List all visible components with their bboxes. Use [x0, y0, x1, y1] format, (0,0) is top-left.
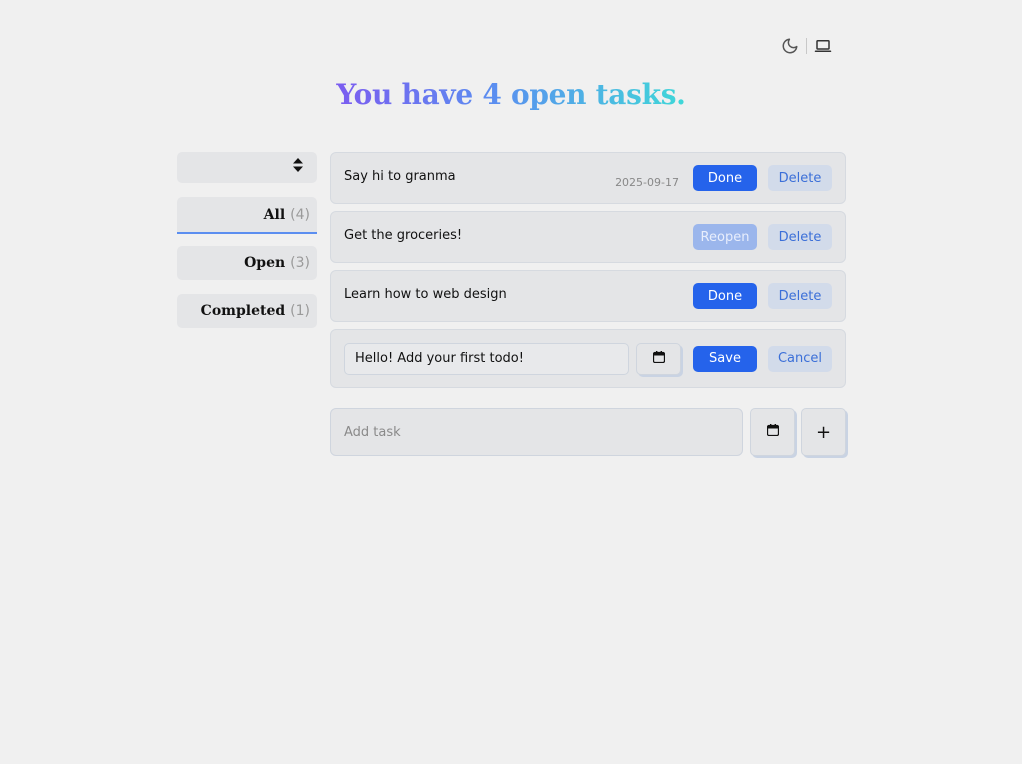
page-title: You have 4 open tasks. [0, 78, 1022, 111]
page-title-text: You have 4 open tasks. [336, 78, 686, 111]
save-button[interactable]: Save [693, 345, 757, 372]
moon-icon[interactable] [780, 36, 800, 56]
task-item: Get the groceries! Reopen Delete [330, 211, 846, 263]
task-list: Say hi to granma 2025-09-17 Done Delete … [330, 152, 846, 395]
sort-select[interactable] [177, 152, 317, 183]
cancel-button[interactable]: Cancel [768, 345, 832, 372]
filter-open[interactable]: Open (3) [177, 246, 317, 280]
calendar-icon [766, 423, 779, 441]
task-title[interactable]: Get the groceries! [344, 228, 693, 243]
task-item: Learn how to web design Done Delete [330, 270, 846, 322]
sidebar: All (4) Open (3) Completed (1) [177, 152, 317, 328]
task-due-date: 2025-09-17 [615, 175, 679, 189]
edit-task-input[interactable]: Hello! Add your first todo! [344, 342, 629, 375]
theme-toggle [780, 36, 833, 56]
done-button[interactable]: Done [693, 165, 757, 191]
plus-icon: + [815, 421, 832, 443]
task-title[interactable]: Say hi to granma [344, 169, 615, 184]
add-task-form: Add task + [330, 408, 846, 456]
done-button[interactable]: Done [693, 283, 757, 309]
reopen-button[interactable]: Reopen [693, 224, 757, 250]
filter-open-label: Open [244, 255, 286, 271]
filter-completed[interactable]: Completed (1) [177, 294, 317, 328]
delete-button[interactable]: Delete [768, 165, 832, 191]
page: You have 4 open tasks. All (4) Open (3) … [0, 0, 1022, 764]
add-date-button[interactable] [750, 408, 795, 456]
add-task-button[interactable]: + [801, 408, 846, 456]
delete-button[interactable]: Delete [768, 224, 832, 250]
filter-all[interactable]: All (4) [177, 197, 317, 234]
laptop-icon[interactable] [813, 36, 833, 56]
filter-all-label: All [263, 206, 286, 223]
edit-date-button[interactable] [636, 342, 681, 375]
sort-arrows-icon [293, 158, 303, 177]
task-title[interactable]: Learn how to web design [344, 287, 693, 302]
filter-completed-label: Completed [200, 303, 286, 319]
calendar-icon [652, 350, 665, 368]
task-item: Say hi to granma 2025-09-17 Done Delete [330, 152, 846, 204]
task-item-editing: Hello! Add your first todo! Save Cancel [330, 329, 846, 388]
delete-button[interactable]: Delete [768, 283, 832, 309]
add-task-input[interactable]: Add task [330, 408, 743, 456]
theme-toggle-divider [806, 38, 807, 54]
filter-open-count: (3) [290, 255, 310, 271]
filter-completed-count: (1) [290, 303, 310, 319]
filter-all-count: (4) [290, 206, 310, 223]
